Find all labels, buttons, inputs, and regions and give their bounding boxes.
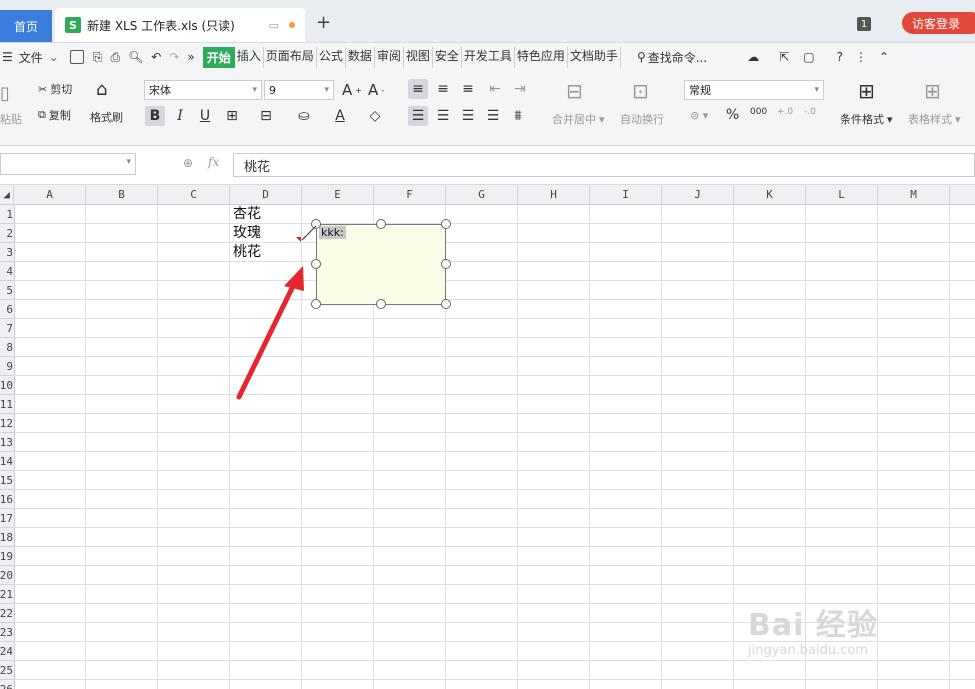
watermark-url: jingyan.baidu.com	[748, 643, 868, 658]
watermark-logo: Bai 经验	[748, 608, 878, 643]
red-arrow-shaft	[236, 277, 299, 400]
comment-leader-line	[301, 225, 317, 241]
red-arrow-icon	[284, 266, 304, 291]
annotation-overlay	[236, 225, 317, 400]
